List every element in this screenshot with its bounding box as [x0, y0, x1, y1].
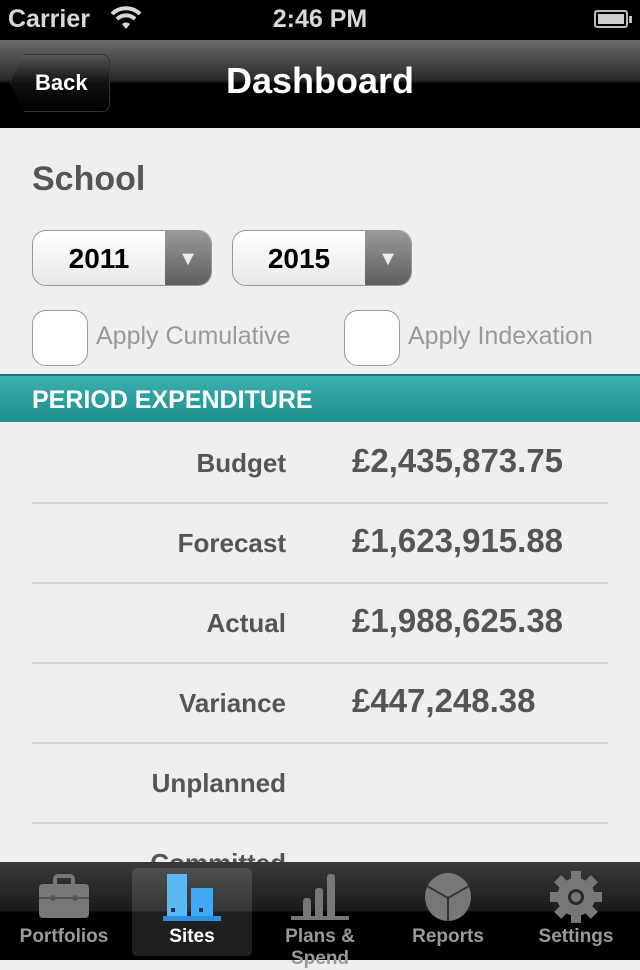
tab-label: Sites	[169, 926, 215, 947]
tab-label: Plans & Spend	[285, 926, 355, 969]
row-label: Actual	[206, 608, 286, 638]
row-value: £1,623,915.88	[352, 522, 564, 559]
row-label: Unplanned	[151, 768, 286, 798]
page-title: Dashboard	[225, 60, 415, 101]
battery-icon	[594, 10, 632, 28]
cumulative-checkbox[interactable]	[32, 310, 88, 366]
tab-label: Reports	[412, 926, 484, 947]
tab-sites[interactable]: Sites	[132, 868, 252, 956]
status-bar: Carrier 2:46 PM	[0, 0, 640, 40]
tab-portfolios[interactable]: Portfolios	[4, 868, 124, 956]
buildings-icon	[132, 868, 252, 926]
indexation-checkbox[interactable]	[344, 310, 400, 366]
row-label: Committed	[150, 848, 286, 862]
tab-label: Portfolios	[19, 926, 109, 947]
tab-label: Settings	[538, 926, 614, 947]
table-row: Committed	[32, 824, 608, 862]
row-label: Variance	[179, 688, 286, 718]
row-value: £447,248.38	[352, 682, 536, 719]
end-year-select[interactable]: 2015 ▼	[232, 230, 412, 286]
start-year-select[interactable]: 2011 ▼	[32, 230, 212, 286]
gear-icon	[516, 868, 636, 926]
row-value: £2,435,873.75	[352, 442, 564, 479]
site-name: School	[32, 160, 146, 198]
clock: 2:46 PM	[272, 5, 368, 33]
pie-chart-icon	[388, 868, 508, 926]
dropdown-arrow-icon: ▼	[365, 231, 411, 285]
row-label: Forecast	[177, 528, 286, 558]
end-year-value: 2015	[267, 243, 331, 274]
table-row: Forecast £1,623,915.88	[32, 504, 608, 584]
indexation-label: Apply Indexation	[408, 322, 593, 350]
table-row: Unplanned	[32, 744, 608, 824]
table-row: Budget £2,435,873.75	[32, 424, 608, 504]
row-value: £1,988,625.38	[352, 602, 564, 639]
briefcase-icon	[4, 868, 124, 926]
dashboard-content[interactable]: School 2011 ▼ 2015 ▼ Apply Cumulative Ap…	[0, 128, 640, 862]
cumulative-label: Apply Cumulative	[96, 322, 291, 350]
table-row: Actual £1,988,625.38	[32, 584, 608, 664]
navigation-bar: Back Dashboard	[0, 40, 640, 128]
start-year-value: 2011	[68, 243, 130, 274]
row-label: Budget	[196, 448, 286, 478]
table-row: Variance £447,248.38	[32, 664, 608, 744]
section-header: PERIOD EXPENDITURE	[0, 374, 640, 422]
bar-chart-icon	[260, 868, 380, 926]
tab-plans-spend[interactable]: Plans & Spend	[260, 868, 380, 969]
tab-settings[interactable]: Settings	[516, 868, 636, 956]
tab-reports[interactable]: Reports	[388, 868, 508, 956]
dropdown-arrow-icon: ▼	[165, 231, 211, 285]
tab-bar: Portfolios Sites Plans & Spend Reports S…	[0, 862, 640, 969]
